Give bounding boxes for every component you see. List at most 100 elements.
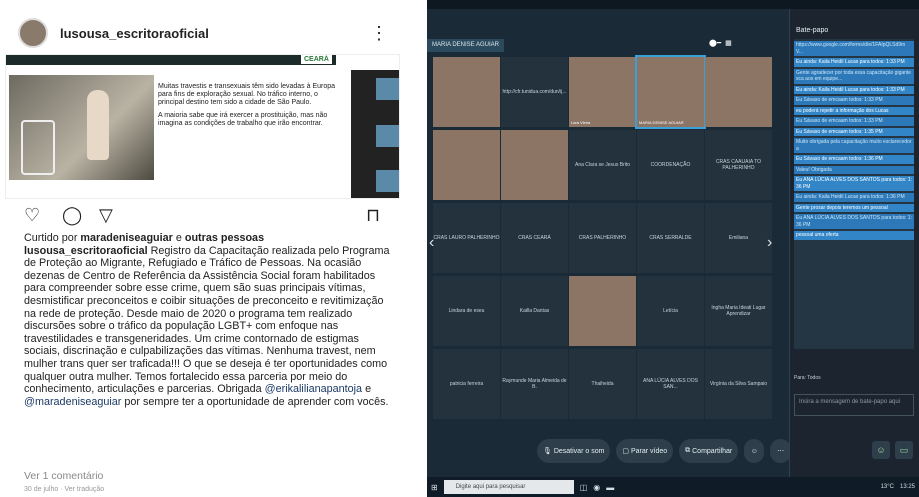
participant-tile[interactable]: Ana Clara se Jesus Brito [569,130,636,200]
view-controls[interactable]: ⬤━ ▦ [709,39,732,47]
os-taskbar: ⊞ Digite aqui para pesquisar ◫ ◉ ▬ 13°C … [427,477,919,497]
video-meeting-window: MARIA DENISE AGUIAR ⬤━ ▦ http://cfr.tunid… [427,0,919,497]
participant-tile[interactable]: Lindara de eseu [433,276,500,346]
heart-icon[interactable]: ♡ [24,205,44,225]
participant-tile[interactable]: Letícia [637,276,704,346]
view-comments-link[interactable]: Ver 1 comentário [24,470,103,482]
folder-icon[interactable]: ▬ [606,483,614,492]
share-button[interactable]: ⧉ Compartilhar [679,439,739,463]
liked-user[interactable]: maradeniseaguiar [80,232,172,244]
mention-link[interactable]: @maradeniseaguiar [24,396,121,408]
chat-message: Valeu! Obrigada [794,165,914,174]
preview-thumb [376,170,399,192]
participant-name: CRAS SERRALDE [649,235,692,241]
participant-tile[interactable] [433,57,500,127]
bookmark-icon[interactable]: ⊓ [366,205,386,225]
chat-message: Gente agradecer por toda essa capacitaçã… [794,68,914,84]
meeting-toolbar: 🎙 Desativar o som ▢ Parar vídeo ⧉ Compar… [537,432,817,470]
clock: 13:25 [899,484,915,490]
emoji-icon[interactable]: ☺ [872,441,890,459]
more-options-icon[interactable]: ⋮ [370,24,388,42]
more-button[interactable]: ⋯ [770,439,791,463]
participant-tile[interactable]: ANA LÚCIA ALVES DOS SAN... [637,349,704,419]
post-date: 30 de julho · Ver tradução [24,486,105,493]
participant-tile[interactable]: CRAS CAAUAIA TO PALHERINHO [705,130,772,200]
chat-recipient[interactable]: Para: Todos [794,375,821,381]
participant-tile[interactable] [501,130,568,200]
participant-tile[interactable]: Virgínia da Silva Sampaio [705,349,772,419]
participant-name: Lindara de eseu [448,308,485,314]
liked-others[interactable]: outras pessoas [185,232,264,244]
participant-name: Ana Clara se Jesus Brito [574,162,631,168]
chat-message: Eu Sávaso de emcaam todos: 1:36 PM [794,155,914,164]
prev-page-icon[interactable]: ‹ [429,234,434,252]
participant-tile[interactable]: Kailla Dantas [501,276,568,346]
participant-tile[interactable] [433,130,500,200]
post-username[interactable]: lusousa_escritoraoficial [60,26,209,41]
chat-message: eu poderá repetir a informação dos Lucas [794,106,914,115]
participant-tile[interactable]: MARIA DENISE AGUIAR [635,55,706,129]
chat-input[interactable]: Insira a mensagem de bate-papo aqui [794,394,914,416]
post-header: lusousa_escritoraoficial ⋮ [18,18,388,48]
meeting-menu-bar [427,0,919,9]
mute-button[interactable]: 🎙 Desativar o som [537,439,611,463]
participant-name: Letícia [663,308,678,314]
mic-icon: 🎙 [543,448,554,455]
comment-icon[interactable]: ◯ [62,205,82,225]
liked-joiner: e [172,232,185,244]
participant-name: Ingha Maria Ideati Lugar Aprendizar [711,305,766,317]
file-icon[interactable]: ▭ [895,441,913,459]
caption-user[interactable]: lusousa_escritoraoficial [24,245,148,257]
task-view-icon[interactable]: ◫ [580,483,588,492]
share-icon[interactable]: ▽ [99,205,119,225]
mute-label: Desativar o som [553,447,605,455]
avatar[interactable] [18,18,48,48]
to-value[interactable]: Todos [807,375,820,381]
browser-icon[interactable]: ◉ [593,483,600,492]
participant-tile[interactable]: COORDENAÇÃO [637,130,704,200]
participant-tile[interactable]: patricia ferreira [433,349,500,419]
brand-logo: CEARÁ [301,55,332,64]
share-label: Compartilhar [692,447,733,455]
post-actions: ♡ ◯ ▽ ⊓ [24,205,384,225]
presenter-name: MARIA DENISE AGUIAR [427,39,505,52]
taskbar-search[interactable]: Digite aqui para pesquisar [443,480,574,494]
participant-name: Raymunde Maria Almeida de B. [502,378,567,390]
temperature: 13°C [880,484,894,490]
participant-name: http://cfr.tunidua.com/dun/ij... [502,89,567,95]
participant-name: Lara Vieira [571,120,591,125]
participant-tile[interactable]: CRAS CEARÁ [501,203,568,273]
participant-tile[interactable]: Thaiheida [569,349,636,419]
participant-tile[interactable]: CRAS LAURO PALHERINHO [433,203,500,273]
mention-link[interactable]: @erikalilianapantoja [265,383,362,395]
participant-name: CRAS CAAUAIA TO PALHERINHO [715,159,762,171]
participant-tile[interactable]: Lara Vieira [569,57,636,127]
participant-tile[interactable]: CRAS PALHERINHO [569,203,636,273]
chat-title: Bate-papo [796,27,829,34]
stop-video-button[interactable]: ▢ Parar vídeo [616,439,674,463]
next-page-icon[interactable]: › [767,234,772,252]
chat-message: https://www.google.com/forms/d/e/1FAIpQL… [794,41,914,56]
participant-name: COORDENAÇÃO [650,162,691,168]
instagram-post: lusousa_escritoraoficial ⋮ CEARÁ Muitas … [0,0,405,497]
participant-tile[interactable]: Raymunde Maria Almeida de B. [501,349,568,419]
participant-name: patricia ferreira [449,381,484,387]
system-tray: 13°C 13:25 [881,484,915,490]
participant-tile[interactable] [705,57,772,127]
participant-name: Thaiheida [591,381,614,387]
participant-tile[interactable]: http://cfr.tunidua.com/dun/ij... [501,57,568,127]
windows-icon[interactable]: ⊞ [431,483,438,492]
chat-message: Eu ainda: Kaila Heidil Lucas para todos:… [794,58,914,67]
participant-tile[interactable] [569,276,636,346]
participant-grid: MARIA DENISE AGUIAR ⬤━ ▦ http://cfr.tunid… [427,9,789,477]
camera-icon: ▢ [622,448,631,455]
next-slide-preview [351,70,399,198]
chat-messages: https://www.google.com/forms/d/e/1FAIpQL… [794,39,914,349]
participant-tile[interactable]: CRAS SERRALDE [637,203,704,273]
toggle-icon[interactable]: ⬤━ [709,39,721,47]
reactions-button[interactable]: ☺ [744,439,765,463]
participant-tile[interactable]: Ingha Maria Ideati Lugar Aprendizar [705,276,772,346]
chat-message: Gente prosar depois teremos um pessoal [794,203,914,212]
layout-icon[interactable]: ▦ [725,39,732,47]
participant-tile[interactable]: Emiliana [705,203,772,273]
